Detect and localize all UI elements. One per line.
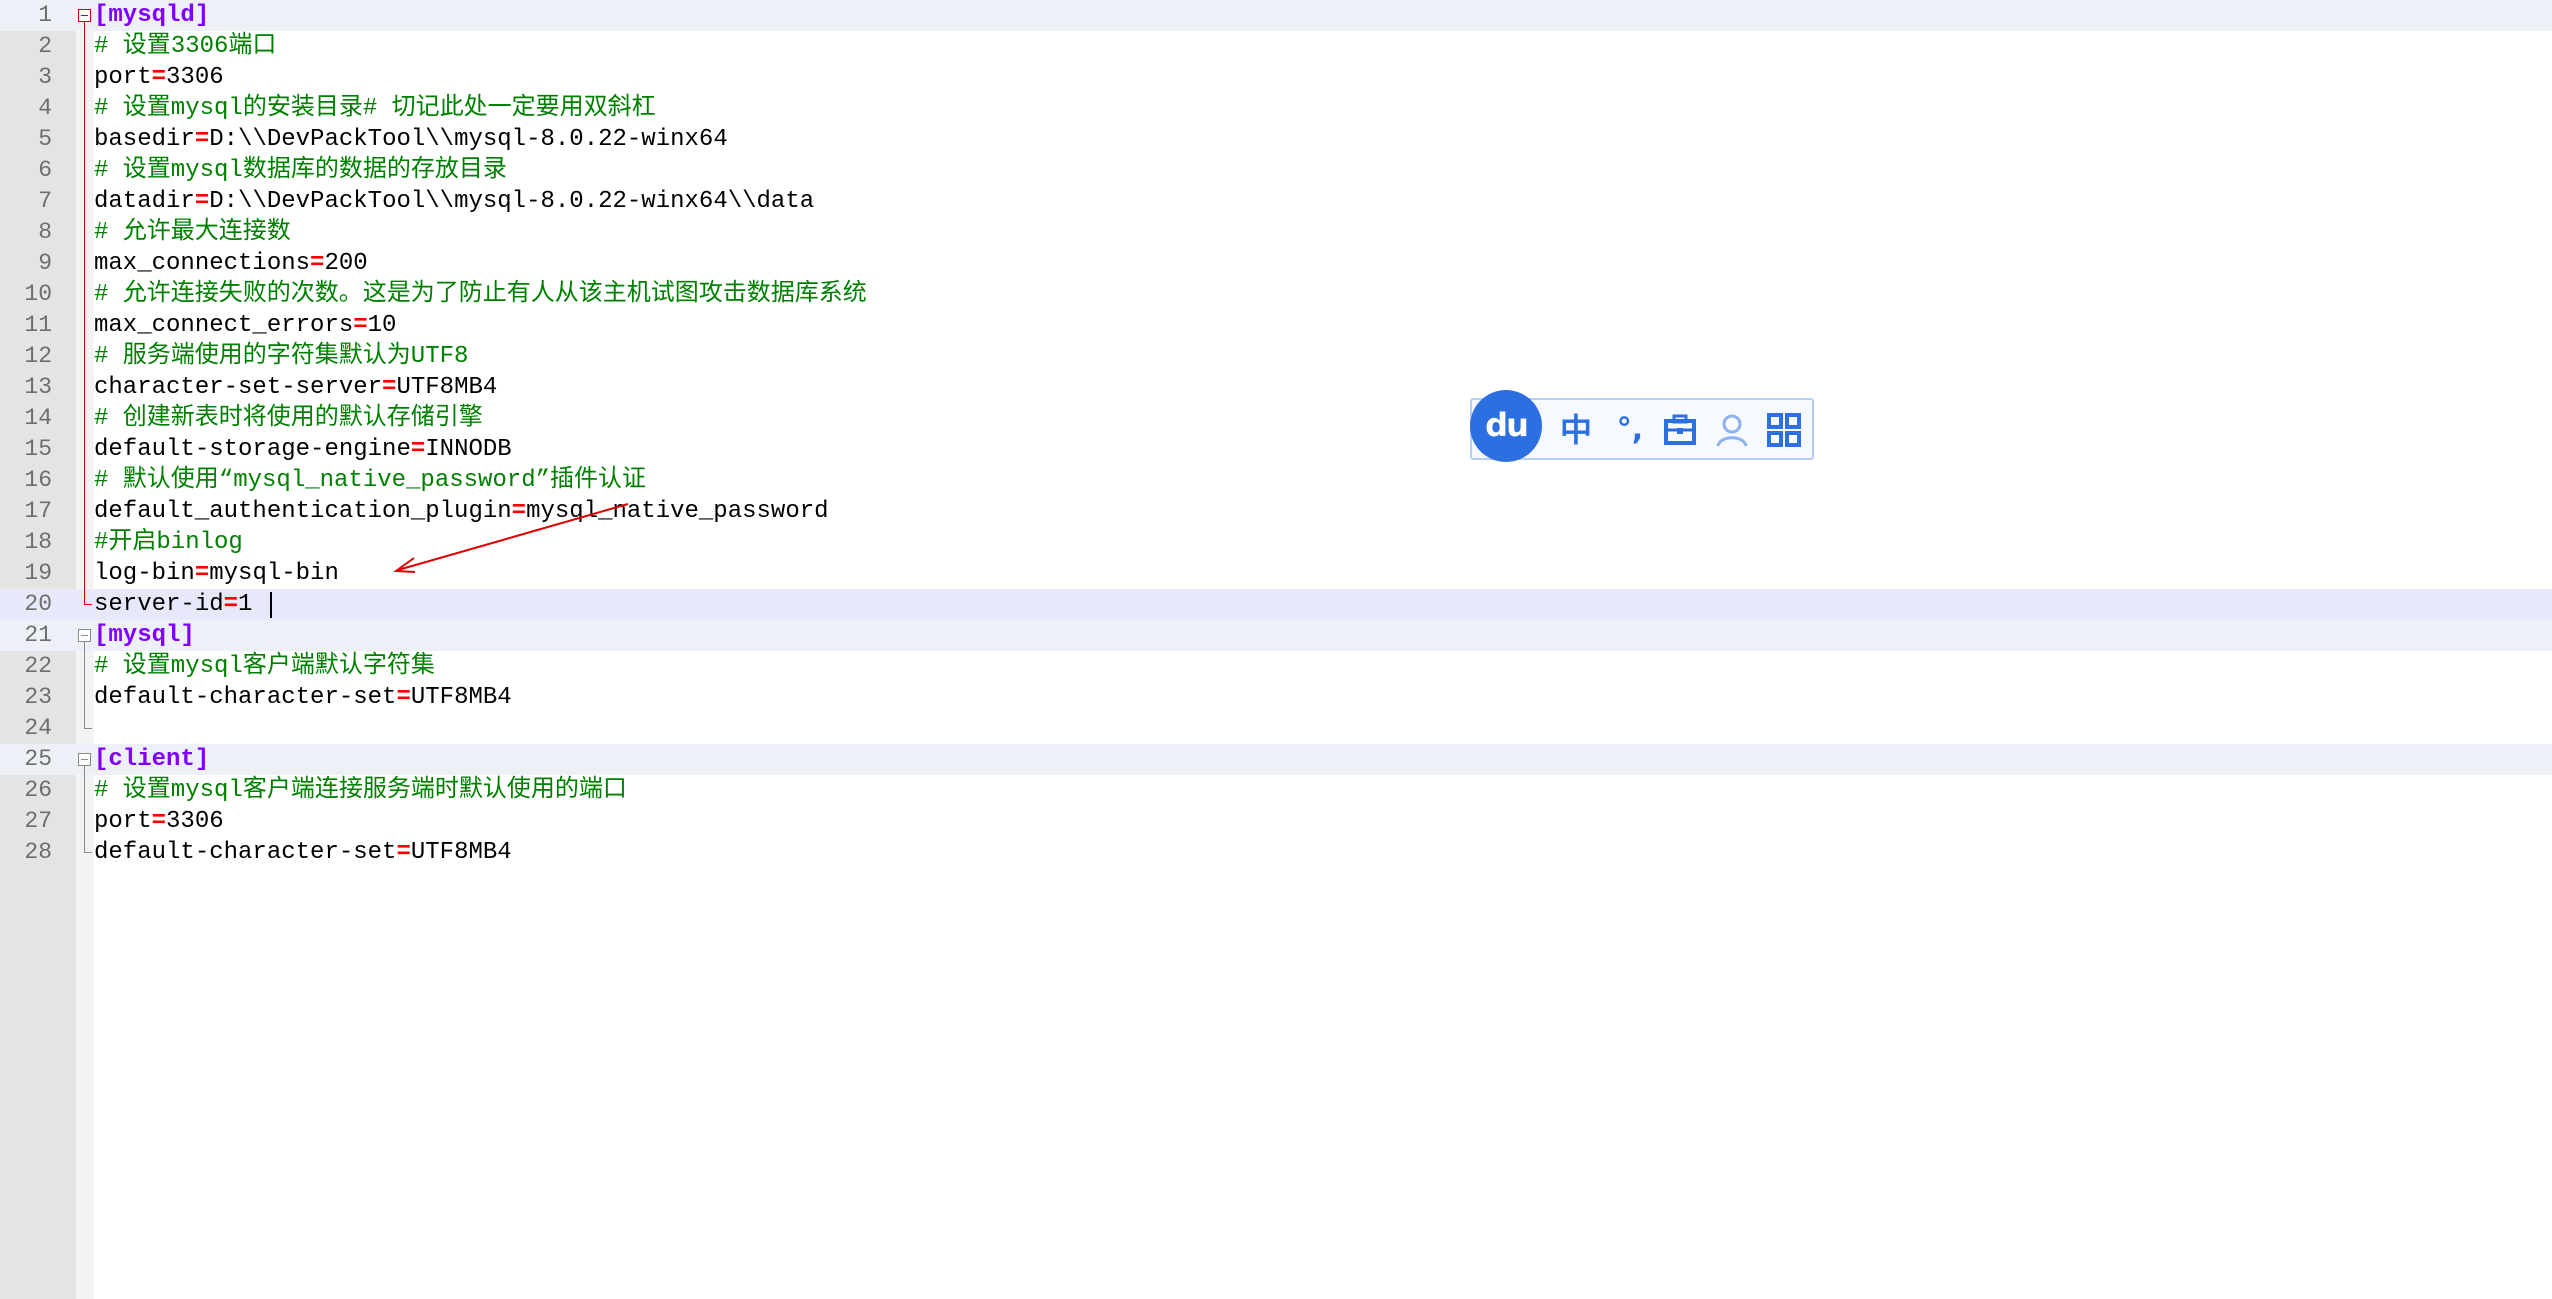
code-editor[interactable]: 1 [mysqld] 2 # 设置3306端口 3 port=3306 4 # 设置mysql… (0, 0, 2552, 1299)
ime-punctuation-button[interactable]: °, (1610, 410, 1650, 450)
toolbox-icon[interactable] (1660, 410, 1700, 450)
annotation-arrow-icon (393, 503, 629, 573)
grid-icon[interactable] (1764, 410, 1804, 450)
user-icon[interactable] (1712, 410, 1752, 450)
ime-logo-icon[interactable]: du (1470, 390, 1542, 462)
ime-mode-button[interactable]: 中 (1556, 410, 1596, 450)
